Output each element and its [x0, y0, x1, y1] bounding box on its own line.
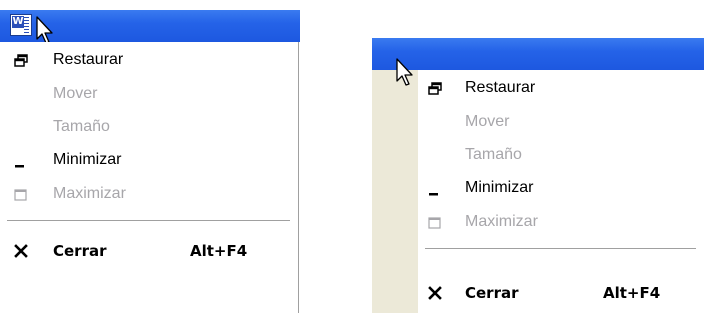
shortcut-label: Alt+F4: [190, 242, 248, 260]
minimize-icon: [15, 165, 24, 168]
system-menu-left: Restaurar Mover Tamaño Minimizar Maximiz…: [0, 42, 299, 313]
menu-item-tamano[interactable]: Tamaño: [0, 115, 298, 141]
menu-item-cerrar[interactable]: Cerrar Alt+F4: [418, 280, 704, 306]
menu-item-label: Minimizar: [465, 179, 534, 196]
menu-item-maximizar[interactable]: Maximizar: [418, 210, 704, 236]
system-menu-right: Restaurar Mover Tamaño Minimizar Maximiz…: [418, 70, 704, 313]
menu-item-restaurar[interactable]: Restaurar: [0, 48, 298, 74]
menu-item-label: Mover: [465, 113, 510, 130]
menu-item-label: Cerrar: [53, 242, 107, 260]
restore-icon: [428, 82, 442, 95]
minimize-icon: [429, 193, 438, 196]
menu-item-cerrar[interactable]: Cerrar Alt+F4: [0, 238, 298, 264]
menu-item-mover[interactable]: Mover: [0, 82, 298, 108]
shortcut-label: Alt+F4: [603, 284, 661, 302]
menu-separator: [7, 220, 290, 222]
menu-item-label: Maximizar: [53, 185, 126, 202]
title-bar-right[interactable]: [372, 38, 704, 70]
mouse-pointer-icon: [396, 58, 413, 86]
menu-item-mover[interactable]: Mover: [418, 110, 704, 136]
menu-item-label: Tamaño: [465, 146, 522, 163]
menu-item-maximizar[interactable]: Maximizar: [0, 182, 298, 208]
maximize-icon: [14, 189, 27, 201]
menu-separator: [425, 248, 696, 250]
menu-item-label: Minimizar: [53, 151, 122, 168]
menu-item-label: Maximizar: [465, 213, 538, 230]
maximize-icon: [428, 217, 441, 229]
word-document-icon[interactable]: W: [10, 14, 32, 36]
menu-item-tamano[interactable]: Tamaño: [418, 143, 704, 169]
menu-item-minimizar[interactable]: Minimizar: [418, 176, 704, 202]
close-icon: [14, 244, 28, 258]
menu-item-minimizar[interactable]: Minimizar: [0, 148, 298, 174]
close-icon: [428, 286, 442, 300]
menu-item-label: Restaurar: [465, 79, 536, 96]
menu-item-label: Tamaño: [53, 118, 110, 135]
window-body: [372, 70, 418, 313]
menu-item-label: Restaurar: [53, 51, 124, 68]
menu-item-label: Mover: [53, 85, 98, 102]
menu-item-restaurar[interactable]: Restaurar: [418, 76, 704, 102]
menu-item-label: Cerrar: [465, 284, 519, 302]
restore-icon: [14, 54, 28, 67]
